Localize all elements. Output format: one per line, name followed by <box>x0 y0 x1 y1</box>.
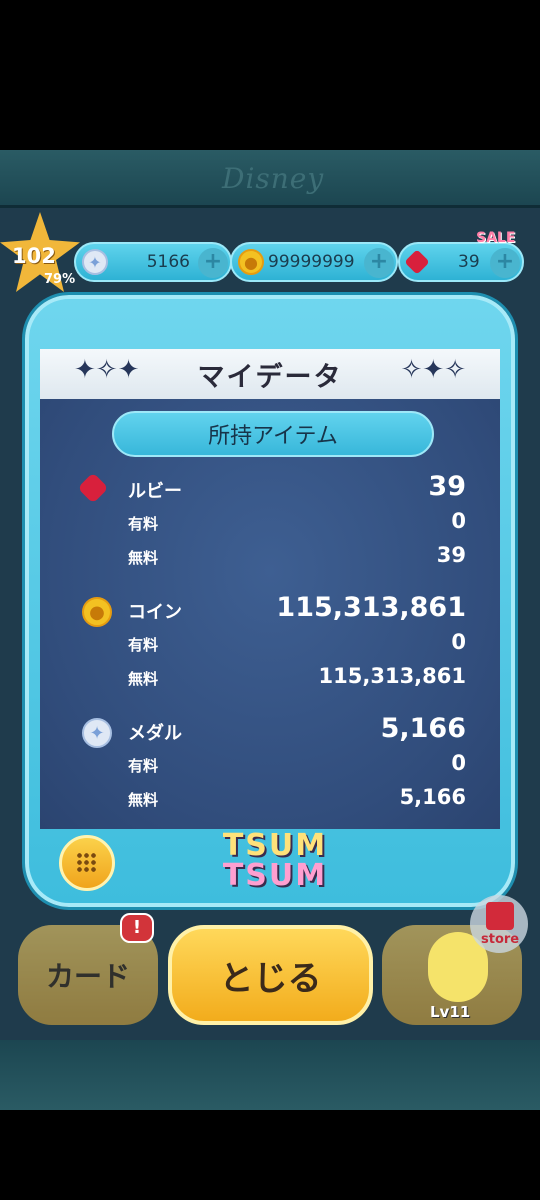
paid-label: 有料 <box>128 636 159 654</box>
add-ruby-button[interactable]: + <box>490 248 520 278</box>
my-data-dialog: ✦✧✦ マイデータ ✧✦✧ 所持アイテム ルビー 39 有料 0 無料 39 ● <box>25 295 515 907</box>
notice-badge: ! <box>120 913 154 943</box>
level-progress: 79% <box>44 272 76 287</box>
store-label: store <box>481 932 520 947</box>
medal-paid: 0 <box>451 751 466 775</box>
free-label: 無料 <box>128 549 159 567</box>
paid-label: 有料 <box>128 757 159 775</box>
section-title: 所持アイテム <box>112 411 434 457</box>
player-level: 102 <box>12 244 56 268</box>
medal-count: 5166 <box>146 252 190 272</box>
coin-label: コイン <box>128 602 182 623</box>
close-button[interactable]: とじる <box>168 925 373 1025</box>
ruby-label: ルビー <box>128 481 182 502</box>
medal-counter: ✦ 5166 + <box>74 242 232 282</box>
menu-grid-button[interactable] <box>59 835 115 891</box>
ruby-icon <box>77 472 109 504</box>
sparkle-icon: ✧✦✧ <box>400 355 466 385</box>
medal-icon: ✦ <box>82 249 108 275</box>
bottom-frame <box>0 1040 540 1110</box>
items-panel: 所持アイテム ルビー 39 有料 0 無料 39 ● コイン 115,313,8… <box>40 399 500 829</box>
sale-badge: SALE <box>476 230 516 246</box>
ruby-count: 39 <box>458 252 480 272</box>
paid-label: 有料 <box>128 515 159 533</box>
tsum-tsum-logo: TSUM TSUM <box>222 828 328 893</box>
coin-counter: ● 99999999 + <box>230 242 398 282</box>
gift-icon <box>486 902 514 930</box>
coin-free: 115,313,861 <box>318 664 466 688</box>
add-coin-button[interactable]: + <box>364 248 394 278</box>
medal-total: 5,166 <box>380 713 466 744</box>
medal-free: 5,166 <box>399 785 466 809</box>
coin-icon: ● <box>82 597 112 627</box>
ruby-free: 39 <box>436 543 466 567</box>
ruby-counter: 39 + <box>398 242 524 282</box>
grid-icon <box>76 852 98 874</box>
sparkle-icon: ✦✧✦ <box>74 355 140 385</box>
game-screen: Disney 102 79% ✦ 5166 + ● 99999999 + 39 … <box>0 150 540 1110</box>
medal-icon: ✦ <box>82 718 112 748</box>
coin-icon: ● <box>238 249 264 275</box>
dialog-header: ✦✧✦ マイデータ ✧✦✧ <box>40 349 500 399</box>
ruby-paid: 0 <box>451 509 466 533</box>
coin-total: 115,313,861 <box>276 592 466 623</box>
coin-count: 99999999 <box>268 252 355 272</box>
dialog-title: マイデータ <box>197 361 343 393</box>
ruby-total: 39 <box>428 471 466 502</box>
free-label: 無料 <box>128 670 159 688</box>
ruby-icon <box>404 249 430 275</box>
disney-logo: Disney <box>222 162 325 195</box>
top-frame: Disney <box>0 150 540 208</box>
free-label: 無料 <box>128 791 159 809</box>
coin-paid: 0 <box>451 630 466 654</box>
add-medal-button[interactable]: + <box>198 248 228 278</box>
tsum-level: Lv11 <box>430 1003 471 1021</box>
medal-label: メダル <box>128 723 182 744</box>
